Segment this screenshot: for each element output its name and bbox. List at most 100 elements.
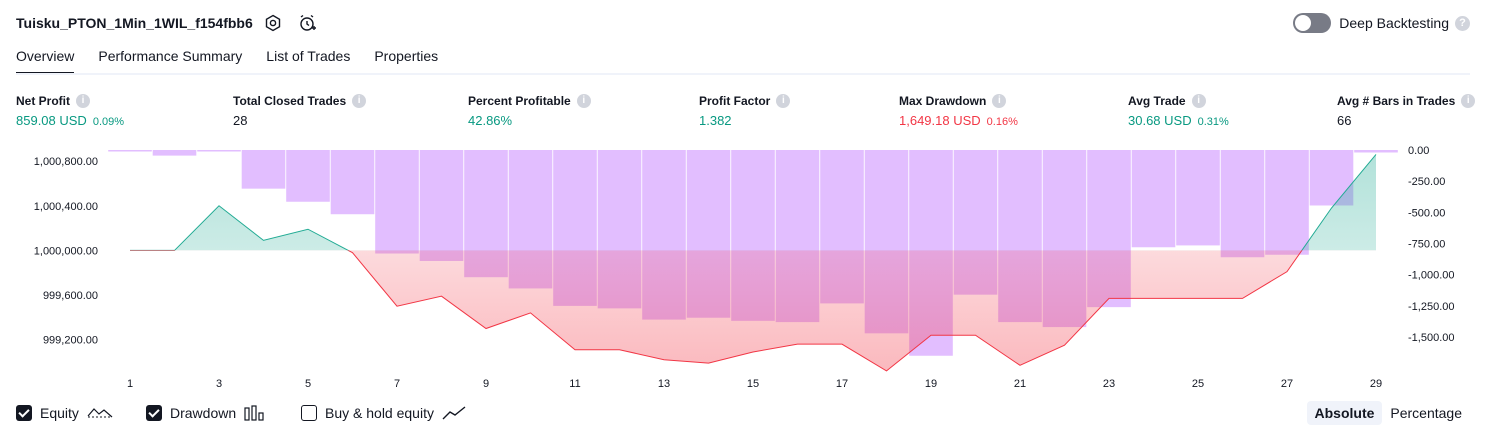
metric-label: Avg Trade <box>1128 94 1186 108</box>
x-axis-tick-label: 25 <box>1192 378 1204 390</box>
equity-drawdown-chart[interactable]: 1,000,800.00 1,000,400.00 1,000,000.00 999,… <box>0 140 1486 398</box>
strategy-title: Tuisku_PTON_1Min_1WIL_f154fbb6 <box>16 15 253 31</box>
metric-label: Max Drawdown <box>899 94 987 108</box>
x-axis-tick-label: 23 <box>1103 378 1115 390</box>
metric-avg-bars-in-trades: Avg # Bars in Trades i 66 <box>1337 94 1476 128</box>
drawdown-bar <box>152 150 197 156</box>
absolute-button[interactable]: Absolute <box>1306 401 1383 425</box>
x-axis-tick-label: 21 <box>1014 378 1026 390</box>
legend-label: Buy & hold equity <box>325 405 434 421</box>
metric-label: Total Closed Trades <box>233 94 347 108</box>
metric-value: 42.86% <box>468 113 513 128</box>
drawdown-bar <box>1220 150 1265 258</box>
buy-hold-checkbox[interactable] <box>301 405 317 421</box>
left-axis-tick-label: 999,200.00 <box>43 335 98 347</box>
right-axis-tick-label: -250.00 <box>1408 176 1445 188</box>
x-axis-tick-label: 5 <box>305 378 311 390</box>
metric-percent-profitable: Percent Profitable i 42.86% <box>468 94 591 128</box>
drawdown-bar <box>1354 150 1398 153</box>
legend-equity[interactable]: Equity <box>16 404 113 422</box>
drawdown-bar <box>330 150 375 215</box>
metric-profit-factor: Profit Factor i 1.382 <box>699 94 791 128</box>
info-icon[interactable]: i <box>1191 94 1206 108</box>
x-axis-tick-label: 1 <box>127 378 133 390</box>
drawdown-bar <box>286 150 330 202</box>
drawdown-bar <box>241 150 286 189</box>
equity-line-icon <box>87 408 113 418</box>
tab-performance-summary[interactable]: Performance Summary <box>98 48 242 75</box>
tab-properties[interactable]: Properties <box>374 48 438 75</box>
legend-label: Equity <box>40 405 79 421</box>
metric-label: Net Profit <box>16 94 70 108</box>
x-axis-tick-label: 19 <box>925 378 937 390</box>
drawdown-bar <box>1131 150 1176 248</box>
x-axis-tick-label: 3 <box>216 378 222 390</box>
legend-buy-hold[interactable]: Buy & hold equity <box>301 404 466 422</box>
x-axis-tick-label: 15 <box>747 378 759 390</box>
metric-percent: 0.31% <box>1197 116 1229 128</box>
metric-percent: 0.16% <box>986 116 1018 128</box>
percentage-button[interactable]: Percentage <box>1382 401 1470 425</box>
right-axis-tick-label: -1,500.00 <box>1408 332 1454 344</box>
metric-value: 30.68 USD <box>1128 113 1192 128</box>
metric-total-closed-trades: Total Closed Trades i 28 <box>233 94 367 128</box>
legend-drawdown[interactable]: Drawdown <box>146 404 266 422</box>
drawdown-bar <box>1265 150 1309 255</box>
drawdown-checkbox[interactable] <box>146 405 162 421</box>
left-axis-tick-label: 999,600.00 <box>43 290 98 302</box>
metric-value: 1.382 <box>699 113 732 128</box>
right-axis-tick-label: 0.00 <box>1408 145 1429 157</box>
legend-label: Drawdown <box>170 405 237 421</box>
help-icon[interactable]: ? <box>1455 15 1470 31</box>
metric-value: 28 <box>233 113 248 128</box>
tab-overview[interactable]: Overview <box>16 48 75 75</box>
drawdown-bar <box>197 150 241 152</box>
x-axis-tick-label: 9 <box>483 378 489 390</box>
tab-divider <box>16 73 1470 75</box>
info-icon[interactable]: i <box>352 94 367 108</box>
buy-hold-line-icon <box>442 406 466 420</box>
metric-label: Percent Profitable <box>468 94 571 108</box>
left-axis-tick-label: 1,000,800.00 <box>34 156 98 168</box>
metric-net-profit: Net Profit i 859.08 USD 0.09% <box>16 94 124 128</box>
metric-max-drawdown: Max Drawdown i 1,649.18 USD 0.16% <box>899 94 1018 128</box>
add-alert-clock-icon[interactable] <box>297 13 317 33</box>
metric-label: Profit Factor <box>699 94 771 108</box>
metric-value: 1,649.18 USD <box>899 113 981 128</box>
drawdown-bar <box>375 150 419 254</box>
info-icon[interactable]: i <box>576 94 591 108</box>
deep-backtesting-toggle[interactable] <box>1293 13 1332 33</box>
metric-percent: 0.09% <box>92 116 125 128</box>
metric-label: Avg # Bars in Trades <box>1337 94 1456 108</box>
left-axis-tick-label: 1,000,000.00 <box>34 245 98 257</box>
value-mode-switch: Absolute Percentage <box>1306 401 1471 425</box>
metric-value: 859.08 USD <box>16 113 87 128</box>
x-axis-tick-label: 13 <box>658 378 670 390</box>
drawdown-bars-icon <box>244 405 264 421</box>
drawdown-bar <box>108 150 152 152</box>
equity-checkbox[interactable] <box>16 405 32 421</box>
deep-backtesting-label: Deep Backtesting <box>1339 15 1449 31</box>
drawdown-bar <box>1176 150 1220 246</box>
metric-avg-trade: Avg Trade i 30.68 USD 0.31% <box>1128 94 1229 128</box>
right-axis-tick-label: -500.00 <box>1408 207 1445 219</box>
x-axis-tick-label: 29 <box>1370 378 1382 390</box>
tab-bar: Overview Performance Summary List of Tra… <box>16 48 462 75</box>
right-axis-tick-label: -750.00 <box>1408 239 1445 251</box>
info-icon[interactable]: i <box>76 94 90 108</box>
x-axis-tick-label: 17 <box>836 378 848 390</box>
info-icon[interactable]: i <box>1461 94 1476 108</box>
x-axis-tick-label: 11 <box>569 378 580 390</box>
right-axis-tick-label: -1,000.00 <box>1408 270 1454 282</box>
x-axis-tick-label: 7 <box>394 378 400 390</box>
right-axis-tick-label: -1,250.00 <box>1408 301 1454 313</box>
deep-backtesting-control: Deep Backtesting ? <box>1293 13 1470 33</box>
info-icon[interactable]: i <box>992 94 1007 108</box>
x-axis-tick-label: 27 <box>1281 378 1293 390</box>
drawdown-bar <box>419 150 464 261</box>
settings-icon[interactable] <box>263 13 283 33</box>
metric-value: 66 <box>1337 113 1352 128</box>
left-axis-tick-label: 1,000,400.00 <box>34 201 98 213</box>
info-icon[interactable]: i <box>776 94 791 108</box>
tab-list-of-trades[interactable]: List of Trades <box>266 48 350 75</box>
